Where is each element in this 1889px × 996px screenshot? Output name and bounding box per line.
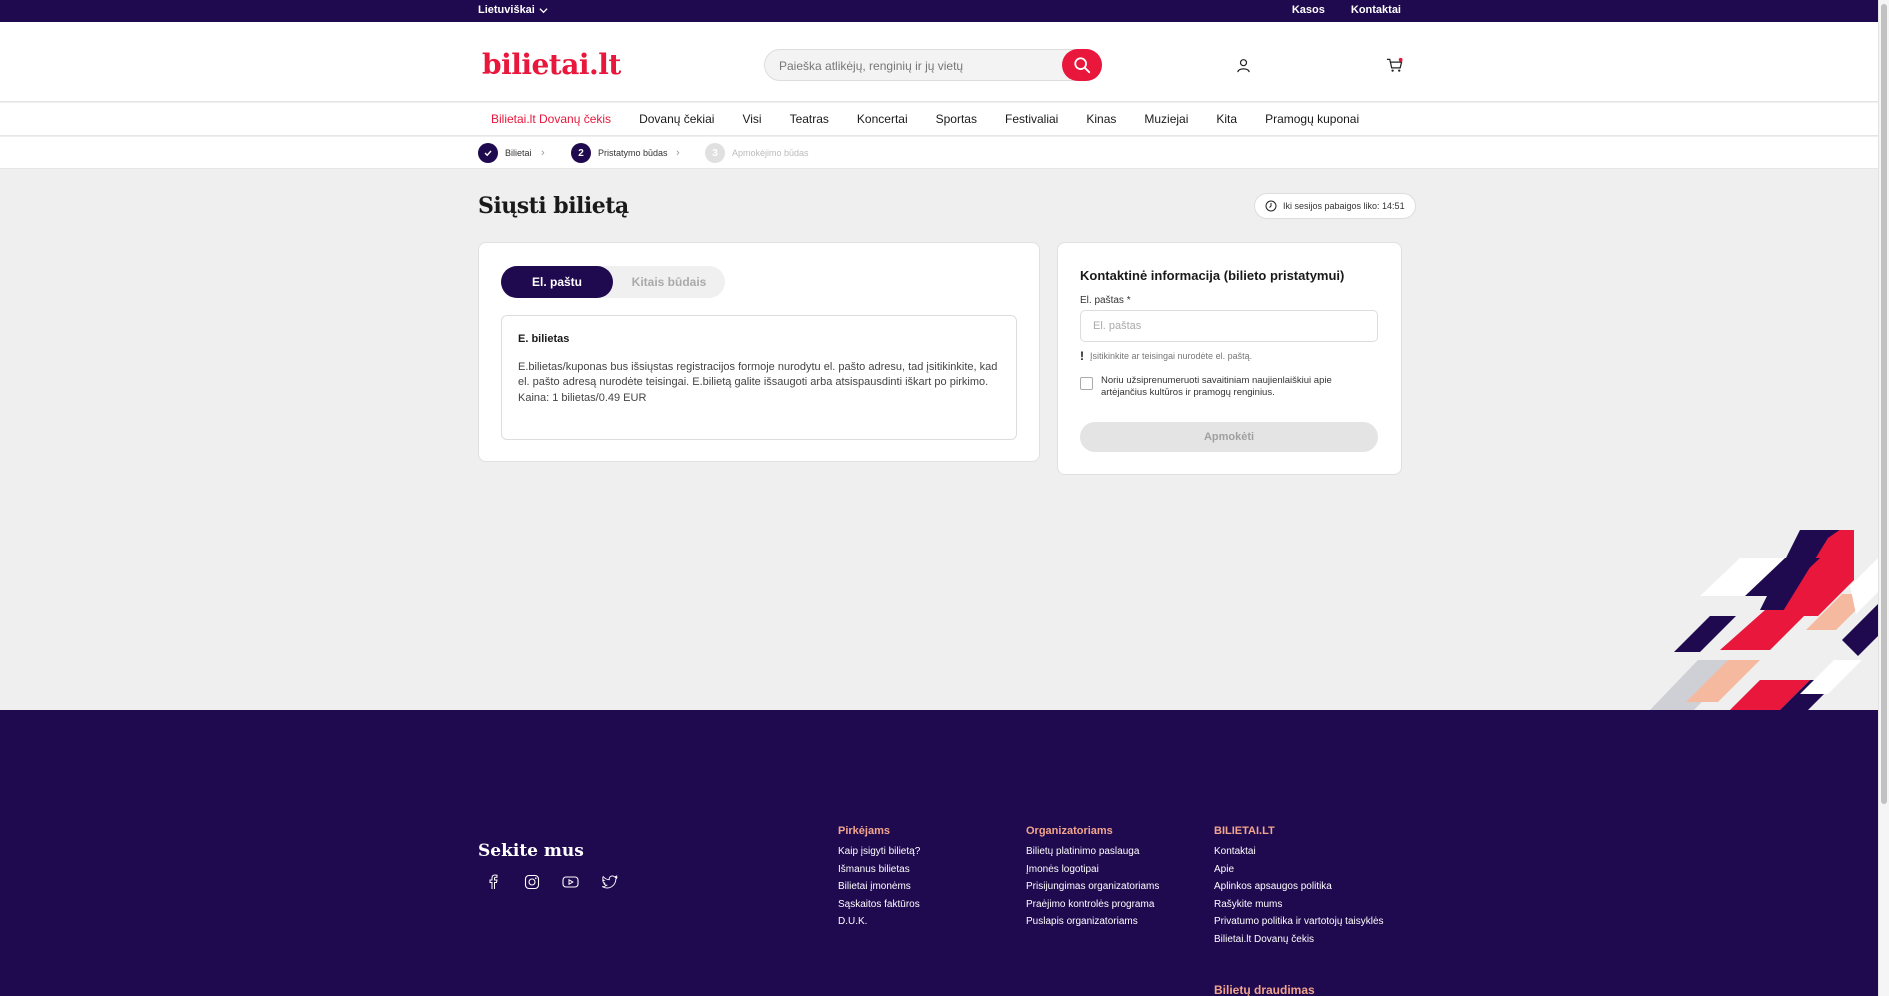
subscribe-checkbox[interactable] [1080,377,1093,390]
link-kontaktai[interactable]: Kontaktai [1351,4,1401,16]
nav-item-gift-card[interactable]: Bilietai.lt Dovanų čekis [491,112,611,126]
e-ticket-info: E. bilietas E.bilietas/kuponas bus išsių… [501,315,1017,440]
checkout-stepper: Bilietai › 2 Pristatymo būdas › 3 Apmokė… [0,137,1889,169]
top-bar: Lietuviškai Kasos Kontaktai [0,0,1889,22]
step-bilietai[interactable]: Bilietai [478,143,532,163]
search-button[interactable] [1062,49,1102,81]
e-ticket-price: Kaina: 1 bilietas/0.49 EUR [518,391,647,404]
email-label: El. paštas * [1080,295,1131,306]
footer-link[interactable]: Aplinkos apsaugos politika [1214,881,1384,892]
footer-link[interactable]: Privatumo politika ir vartotojų taisyklė… [1214,916,1384,927]
e-ticket-description: E.bilietas/kuponas bus išsiųstas registr… [518,360,998,389]
contact-title: Kontaktinė informacija (bilieto pristaty… [1080,268,1345,283]
youtube-icon[interactable] [562,873,579,890]
twitter-icon[interactable] [601,873,618,890]
footer-link[interactable]: Bilietų platinimo paslauga [1026,846,1159,857]
user-icon [1236,58,1250,72]
facebook-icon[interactable] [484,873,501,890]
search-icon [1074,57,1091,74]
scrollbar-thumb[interactable] [1881,4,1887,804]
footer-link[interactable]: Rašykite mums [1214,899,1384,910]
timer-text: Iki sesijos pabaigos liko: 14:51 [1283,201,1405,211]
nav-item-muziejai[interactable]: Muziejai [1144,112,1188,126]
footer-link[interactable]: D.U.K. [838,916,920,927]
follow-heading: Sekite mus [478,841,584,861]
email-warning: ! Įsitikinkite ar teisingai nurodėte el.… [1080,349,1252,363]
delivery-tabs: El. paštu Kitais būdais [501,266,725,298]
chevron-down-icon [539,7,548,13]
site-footer: Sekite mus Pirkėjams Kaip įsigyti biliet… [0,710,1889,996]
footer-col-bilietai: BILIETAI.LT Kontaktai Apie Aplinkos apsa… [1214,825,1384,951]
nav-item-kuponai[interactable]: Pramogų kuponai [1265,112,1359,126]
footer-col-heading: BILIETAI.LT [1214,825,1275,837]
step-number: 2 [571,143,591,163]
footer-link[interactable]: Sąskaitos faktūros [838,899,920,910]
check-icon [484,150,492,157]
footer-link[interactable]: Apie [1214,864,1384,875]
language-label: Lietuviškai [478,4,535,16]
footer-link[interactable]: Kontaktai [1214,846,1384,857]
footer-col-heading: Pirkėjams [838,825,890,837]
step-label: Bilietai [505,148,532,158]
pay-button[interactable]: Apmokėti [1080,422,1378,452]
clock-icon [1265,200,1277,212]
exclamation-icon: ! [1080,349,1084,363]
step-number: 3 [705,143,725,163]
instagram-icon[interactable] [523,873,540,890]
nav-item-teatras[interactable]: Teatras [790,112,829,126]
nav-item-kita[interactable]: Kita [1216,112,1237,126]
nav-item-visi[interactable]: Visi [742,112,761,126]
step-label: Apmokėjimo būdas [732,148,809,158]
search-input[interactable] [779,56,1049,76]
footer-link[interactable]: Išmanus bilietas [838,864,920,875]
cart-button[interactable] [1383,54,1405,76]
language-selector[interactable]: Lietuviškai [478,4,548,16]
chevron-right-icon: › [676,147,680,159]
contact-card: Kontaktinė informacija (bilieto pristaty… [1057,242,1402,475]
footer-col-organizers: Organizatoriams Bilietų platinimo paslau… [1026,825,1159,934]
tab-other[interactable]: Kitais būdais [613,266,725,298]
search-bar [764,49,1102,81]
link-kasos[interactable]: Kasos [1292,4,1325,16]
user-button[interactable] [1232,54,1254,76]
tab-email[interactable]: El. paštu [501,266,613,298]
subscribe-option: Noriu užsiprenumeruoti savaitiniam nauji… [1080,375,1378,399]
nav-item-koncertai[interactable]: Koncertai [857,112,908,126]
email-field[interactable] [1080,310,1378,342]
step-pristatymas: 2 Pristatymo būdas [571,143,668,163]
nav-item-dovanu-cekiai[interactable]: Dovanų čekiai [639,112,714,126]
nav-item-kinas[interactable]: Kinas [1086,112,1116,126]
cart-icon [1386,57,1403,72]
logo[interactable]: bilietai.lt [482,48,621,81]
footer-link[interactable]: Įmonės logotipai [1026,864,1159,875]
main-nav: Bilietai.lt Dovanų čekis Dovanų čekiai V… [0,103,1889,136]
site-header: bilietai.lt [0,22,1889,102]
footer-link[interactable]: Puslapis organizatoriams [1026,916,1159,927]
footer-col-buyers: Pirkėjams Kaip įsigyti bilietą? Išmanus … [838,825,920,934]
step-label: Pristatymo būdas [598,148,668,158]
subscribe-label: Noriu užsiprenumeruoti savaitiniam nauji… [1101,375,1332,398]
e-ticket-title: E. bilietas [518,333,570,345]
chevron-right-icon: › [541,147,545,159]
insurance-link[interactable]: Bilietų draudimas [1214,983,1315,996]
delivery-card: El. paštu Kitais būdais E. bilietas E.bi… [478,242,1040,462]
step-complete-marker [478,143,498,163]
nav-item-sportas[interactable]: Sportas [936,112,977,126]
footer-link[interactable]: Bilietai.lt Dovanų čekis [1214,934,1384,945]
email-warning-text: Įsitikinkite ar teisingai nurodėte el. p… [1090,351,1253,361]
footer-link[interactable]: Prisijungimas organizatoriams [1026,881,1159,892]
footer-link[interactable]: Kaip įsigyti bilietą? [838,846,920,857]
session-timer: Iki sesijos pabaigos liko: 14:51 [1254,193,1416,219]
step-apmokejimas: 3 Apmokėjimo būdas [705,143,809,163]
footer-col-heading: Organizatoriams [1026,825,1113,837]
nav-item-festivaliai[interactable]: Festivaliai [1005,112,1058,126]
page-scrollbar[interactable] [1878,0,1889,996]
page-title: Siųsti bilietą [478,193,629,219]
footer-link[interactable]: Praėjimo kontrolės programa [1026,899,1159,910]
social-links [484,873,618,890]
footer-link[interactable]: Bilietai įmonėms [838,881,920,892]
